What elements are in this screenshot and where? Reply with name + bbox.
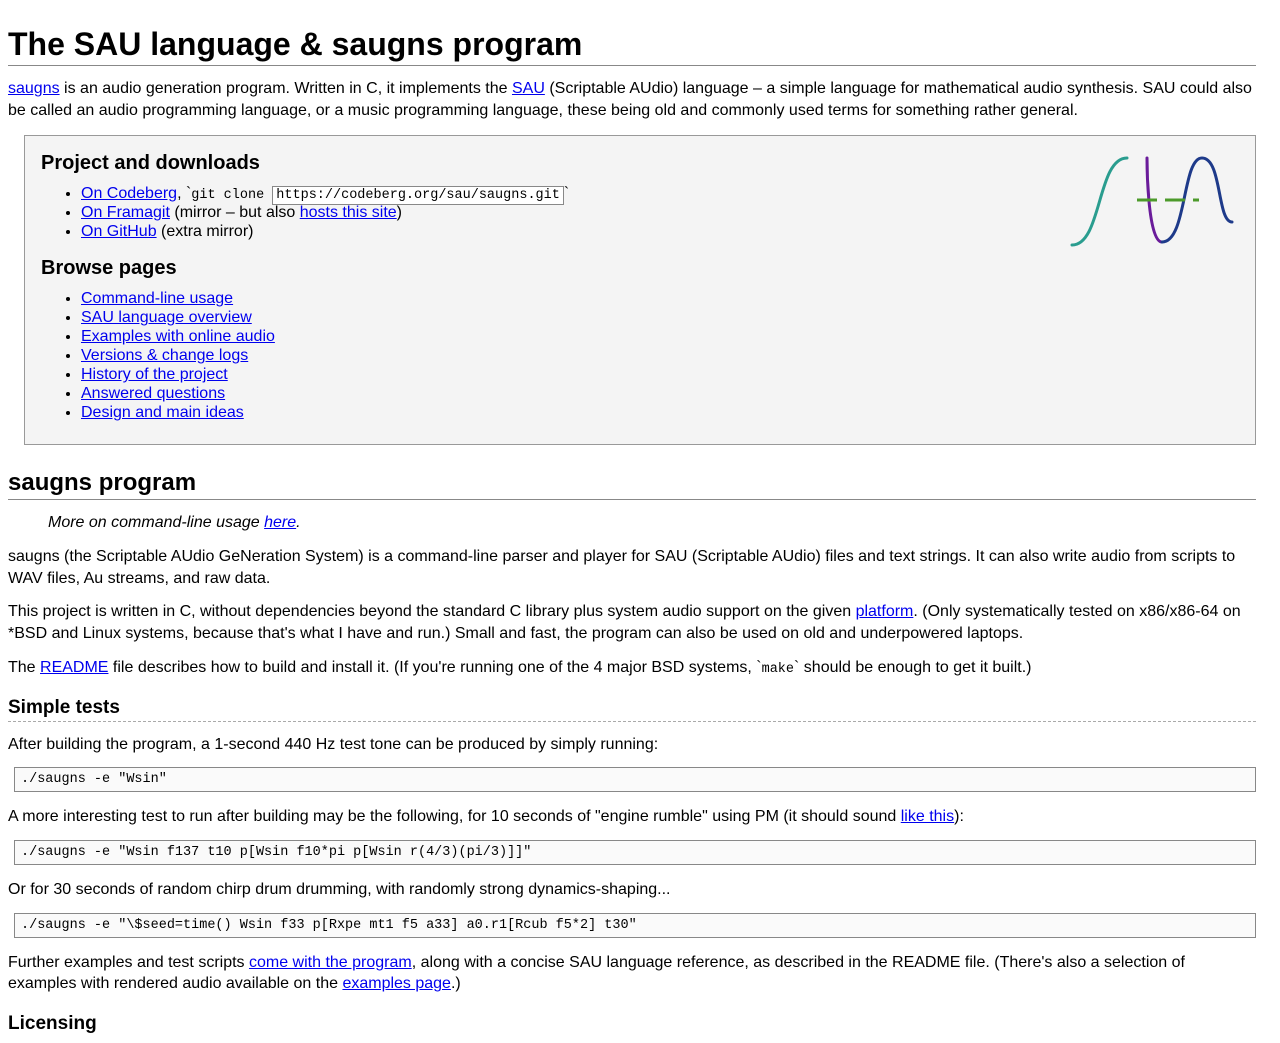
saugns-program-heading: saugns program (8, 469, 1256, 500)
simple-tests-heading: Simple tests (8, 697, 1256, 722)
page-title: The SAU language & saugns program (8, 26, 1256, 66)
hosts-site-link[interactable]: hosts this site (300, 204, 397, 221)
make-code: make (762, 662, 794, 677)
downloads-list: On Codeberg, `git clone https://codeberg… (41, 185, 1239, 241)
project-box: Project and downloads On Codeberg, `git … (24, 135, 1256, 445)
code-block-3[interactable]: ./saugns -e "\$seed=time() Wsin f33 p[Rx… (14, 913, 1256, 938)
text: ` should be enough to get it built.) (794, 659, 1032, 676)
here-link[interactable]: here (264, 514, 296, 531)
logo-wave-icon (1067, 150, 1237, 250)
bq-text: . (296, 514, 300, 531)
list-item: On GitHub (extra mirror) (81, 223, 1239, 241)
text: This project is written in C, without de… (8, 603, 856, 620)
page-link[interactable]: Design and main ideas (81, 404, 244, 421)
page-link[interactable]: History of the project (81, 366, 228, 383)
text: Further examples and test scripts (8, 954, 249, 971)
list-item: Versions & change logs (81, 347, 1239, 365)
list-item: Answered questions (81, 385, 1239, 403)
text: (mirror – but also (170, 204, 300, 221)
codeberg-link[interactable]: On Codeberg (81, 185, 177, 202)
page-link[interactable]: Command-line usage (81, 290, 233, 307)
list-item: Design and main ideas (81, 404, 1239, 422)
page-link[interactable]: Examples with online audio (81, 328, 275, 345)
intro-paragraph: saugns is an audio generation program. W… (8, 78, 1256, 121)
tests-paragraph-2: A more interesting test to run after bui… (8, 806, 1256, 828)
readme-link[interactable]: README (40, 659, 108, 676)
text: file describes how to build and install … (108, 659, 761, 676)
list-item: On Framagit (mirror – but also hosts thi… (81, 204, 1239, 222)
text: , (177, 185, 186, 202)
program-paragraph-1: saugns (the Scriptable AUdio GeNeration … (8, 546, 1256, 589)
come-with-program-link[interactable]: come with the program (249, 954, 412, 971)
github-link[interactable]: On GitHub (81, 223, 157, 240)
git-clone-text: git clone (191, 188, 272, 203)
page-link[interactable]: Answered questions (81, 385, 225, 402)
code-block-1[interactable]: ./saugns -e "Wsin" (14, 767, 1256, 792)
git-url[interactable]: https://codeberg.org/sau/saugns.git (272, 186, 564, 205)
platform-link[interactable]: platform (856, 603, 914, 620)
like-this-link[interactable]: like this (901, 808, 954, 825)
tests-paragraph-3: Or for 30 seconds of random chirp drum d… (8, 879, 1256, 901)
text: .) (451, 975, 461, 992)
project-downloads-heading: Project and downloads (41, 152, 1239, 175)
list-item: History of the project (81, 366, 1239, 384)
code-block-2[interactable]: ./saugns -e "Wsin f137 t10 p[Wsin f10*pi… (14, 840, 1256, 865)
blockquote: More on command-line usage here. (48, 514, 1256, 532)
list-item: SAU language overview (81, 309, 1239, 327)
list-item: Command-line usage (81, 290, 1239, 308)
text: (extra mirror) (157, 223, 254, 240)
tests-paragraph-4: Further examples and test scripts come w… (8, 952, 1256, 995)
program-paragraph-3: The README file describes how to build a… (8, 657, 1256, 679)
text: The (8, 659, 40, 676)
pages-list: Command-line usage SAU language overview… (41, 290, 1239, 422)
list-item: Examples with online audio (81, 328, 1239, 346)
sau-link[interactable]: SAU (512, 80, 545, 97)
page-link[interactable]: SAU language overview (81, 309, 252, 326)
program-paragraph-2: This project is written in C, without de… (8, 601, 1256, 644)
text: ): (954, 808, 964, 825)
browse-pages-heading: Browse pages (41, 257, 1239, 280)
tests-paragraph-1: After building the program, a 1-second 4… (8, 734, 1256, 756)
page-link[interactable]: Versions & change logs (81, 347, 248, 364)
examples-page-link[interactable]: examples page (342, 975, 451, 992)
intro-text-1: is an audio generation program. Written … (60, 80, 512, 97)
list-item: On Codeberg, `git clone https://codeberg… (81, 185, 1239, 203)
text: A more interesting test to run after bui… (8, 808, 901, 825)
saugns-link[interactable]: saugns (8, 80, 60, 97)
text: ) (397, 204, 402, 221)
framagit-link[interactable]: On Framagit (81, 204, 170, 221)
bq-text: More on command-line usage (48, 514, 264, 531)
